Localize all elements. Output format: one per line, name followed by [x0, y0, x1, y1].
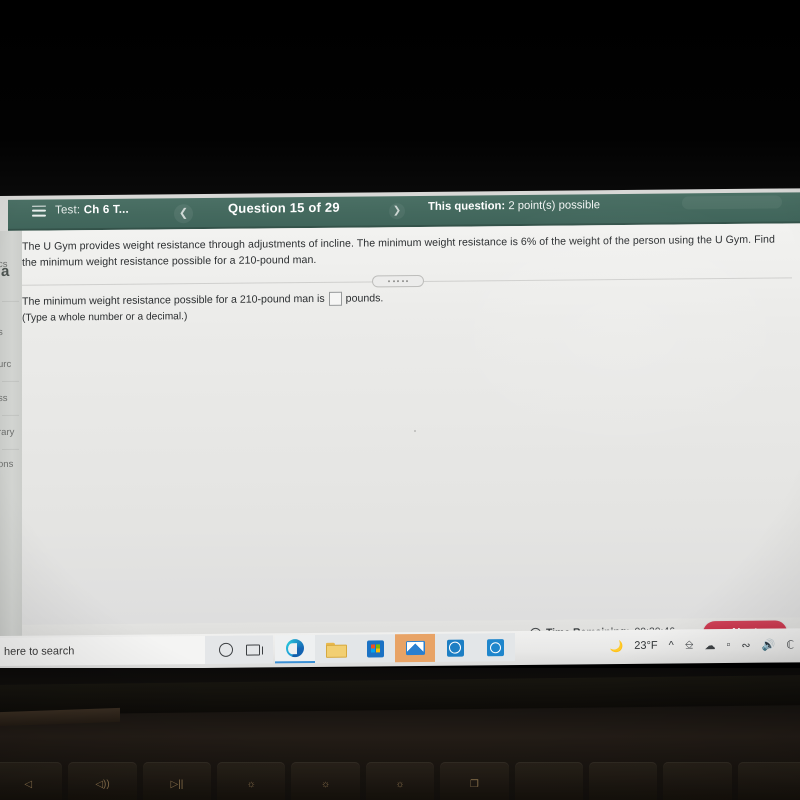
- laptop-hinge: [0, 707, 120, 727]
- system-tray: 🌙 23°F ^ ⎒ ☁ ▫ ∾ 🔊 ℂ: [610, 630, 798, 660]
- taskbar-app-mail[interactable]: [395, 633, 435, 663]
- points-label: This question:: [428, 200, 506, 213]
- course-sidebar-strip[interactable]: a cs s urc ss rary ons: [0, 230, 22, 668]
- sidebar-item-1[interactable]: s: [0, 327, 3, 338]
- onedrive-cloud-icon[interactable]: ☁: [704, 639, 715, 652]
- header-left-group: Test: Ch 6 T...: [32, 204, 129, 217]
- volume-key[interactable]: ◁)): [68, 762, 137, 800]
- windows-taskbar: here to search 🌙 23°F ^ ⎒ ☁ ▫ ∾ 🔊 ℂ: [0, 628, 800, 670]
- taskbar-app-blue-circle-2[interactable]: [475, 633, 515, 662]
- drag-dots-icon[interactable]: [372, 274, 424, 288]
- sidebar-divider-3: [2, 448, 19, 450]
- play-pause-key[interactable]: ▷||: [142, 762, 212, 800]
- home-key[interactable]: [737, 762, 800, 800]
- points-value: 2 point(s) possible: [508, 199, 601, 213]
- app-circle-icon-1: [446, 639, 464, 657]
- store-icon: [366, 639, 384, 657]
- screen-dust-speck: [414, 430, 416, 433]
- keyboard-function-row: ◁ ◁)) ▷|| ☼ ☼ ☼ ❐: [0, 762, 800, 800]
- taskbar-app-blue-circle-1[interactable]: [435, 633, 475, 662]
- camera-dark-frame-top: [0, 0, 800, 196]
- display-switch-key[interactable]: ❐: [440, 762, 509, 800]
- prtsc-key[interactable]: [663, 762, 732, 800]
- sidebar-item-5[interactable]: ons: [0, 459, 13, 470]
- question-body-text: The U Gym provides weight resistance thr…: [22, 233, 775, 269]
- header-action-pill[interactable]: [682, 195, 782, 210]
- answer-prompt-text: The minimum weight resistance possible f…: [22, 292, 325, 308]
- laptop-screen: Test: Ch 6 T... ❮ Question 15 of 29 ❯ Th…: [0, 188, 800, 668]
- next-question-button[interactable]: ❯: [389, 203, 405, 220]
- laptop-screen-photo: Test: Ch 6 T... ❮ Question 15 of 29 ❯ Th…: [0, 0, 800, 800]
- taskbar-app-microsoft-edge[interactable]: [275, 634, 315, 664]
- blank-key-2[interactable]: [588, 762, 658, 800]
- mail-icon: [405, 640, 425, 656]
- question-content-panel: The U Gym provides weight resistance thr…: [22, 223, 800, 625]
- keyboard-backlight-key[interactable]: ☼: [217, 762, 286, 800]
- answer-input-field[interactable]: [328, 291, 342, 306]
- sidebar-item-4[interactable]: rary: [0, 427, 14, 438]
- taskbar-search-input[interactable]: here to search: [0, 636, 205, 666]
- test-prefix: Test:: [55, 204, 81, 217]
- sidebar-item-3[interactable]: ss: [0, 393, 8, 404]
- answer-unit-label: pounds.: [345, 292, 384, 305]
- battery-icon[interactable]: ▫: [726, 639, 730, 651]
- brightness-up-key[interactable]: ☼: [365, 762, 435, 800]
- app-circle-icon-2: [486, 638, 504, 656]
- answer-format-hint: (Type a whole number or a decimal.): [22, 311, 188, 324]
- answer-prompt-row: The minimum weight resistance possible f…: [22, 291, 383, 308]
- laptop-body: ◁ ◁)) ▷|| ☼ ☼ ☼ ❐: [0, 668, 800, 800]
- question-counter: Question 15 of 29: [228, 199, 340, 216]
- brightness-down-key[interactable]: ☼: [291, 762, 360, 800]
- chevron-up-icon[interactable]: ^: [669, 640, 674, 652]
- sidebar-item-2[interactable]: urc: [0, 359, 11, 370]
- projector-icon[interactable]: ⎒: [685, 639, 694, 652]
- laptop-lid-edge: [0, 675, 800, 715]
- sidebar-divider-2: [2, 414, 19, 416]
- taskbar-app-file-explorer[interactable]: [315, 634, 355, 663]
- task-view-icon[interactable]: [233, 635, 273, 664]
- mute-key[interactable]: ◁: [0, 762, 63, 800]
- sidebar-item-0[interactable]: cs: [0, 259, 8, 270]
- weather-temperature[interactable]: 23°F: [634, 640, 657, 652]
- previous-question-button[interactable]: ❮: [174, 204, 193, 224]
- sidebar-divider-1: [2, 380, 19, 382]
- edge-icon: [286, 639, 304, 658]
- question-divider-row: [22, 271, 792, 290]
- hamburger-menu-icon[interactable]: [32, 205, 46, 217]
- question-points: This question: 2 point(s) possible: [428, 199, 600, 213]
- test-name: Ch 6 T...: [83, 203, 129, 217]
- moon-icon[interactable]: 🌙: [610, 640, 624, 653]
- bluetooth-icon[interactable]: ℂ: [786, 638, 794, 651]
- folder-icon: [326, 642, 345, 656]
- wifi-icon[interactable]: ∾: [741, 638, 750, 651]
- sidebar-divider-0: [2, 300, 19, 302]
- volume-icon[interactable]: 🔊: [762, 638, 776, 651]
- test-title: Test: Ch 6 T...: [55, 204, 129, 217]
- taskbar-app-microsoft-store[interactable]: [355, 634, 395, 663]
- blank-key-1[interactable]: [514, 762, 583, 800]
